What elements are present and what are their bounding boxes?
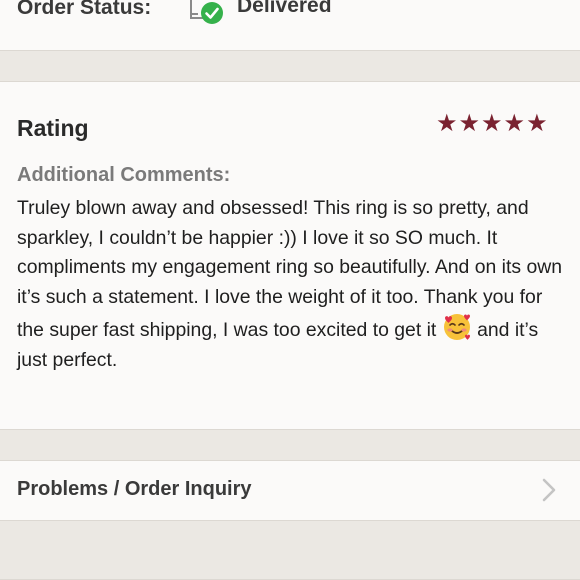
order-inquiry-row[interactable]: Problems / Order Inquiry bbox=[0, 461, 580, 520]
page-background bbox=[0, 520, 580, 580]
smiling-face-with-hearts-emoji bbox=[443, 314, 470, 340]
rating-section: Rating ★ ★ ★ ★ ★ Additional Comments: Tr… bbox=[0, 82, 580, 429]
section-divider bbox=[0, 50, 580, 82]
order-status-section: Order Status: Delivered bbox=[0, 0, 580, 50]
order-status-value: Delivered bbox=[237, 0, 332, 17]
order-status-label: Order Status: bbox=[17, 0, 152, 19]
star-icon: ★ bbox=[481, 110, 503, 137]
section-divider bbox=[0, 429, 580, 461]
star-rating: ★ ★ ★ ★ ★ bbox=[436, 112, 548, 136]
chevron-right-icon[interactable] bbox=[540, 477, 558, 503]
star-icon: ★ bbox=[526, 110, 548, 137]
order-inquiry-label: Problems / Order Inquiry bbox=[17, 478, 252, 500]
rating-title: Rating bbox=[17, 115, 89, 141]
star-icon: ★ bbox=[436, 110, 458, 137]
review-comment: Truley blown away and obsessed! This rin… bbox=[17, 194, 569, 375]
delivered-check-icon bbox=[190, 0, 223, 24]
star-icon: ★ bbox=[503, 110, 526, 137]
star-icon: ★ bbox=[458, 110, 481, 137]
additional-comments-label: Additional Comments: bbox=[17, 164, 231, 186]
